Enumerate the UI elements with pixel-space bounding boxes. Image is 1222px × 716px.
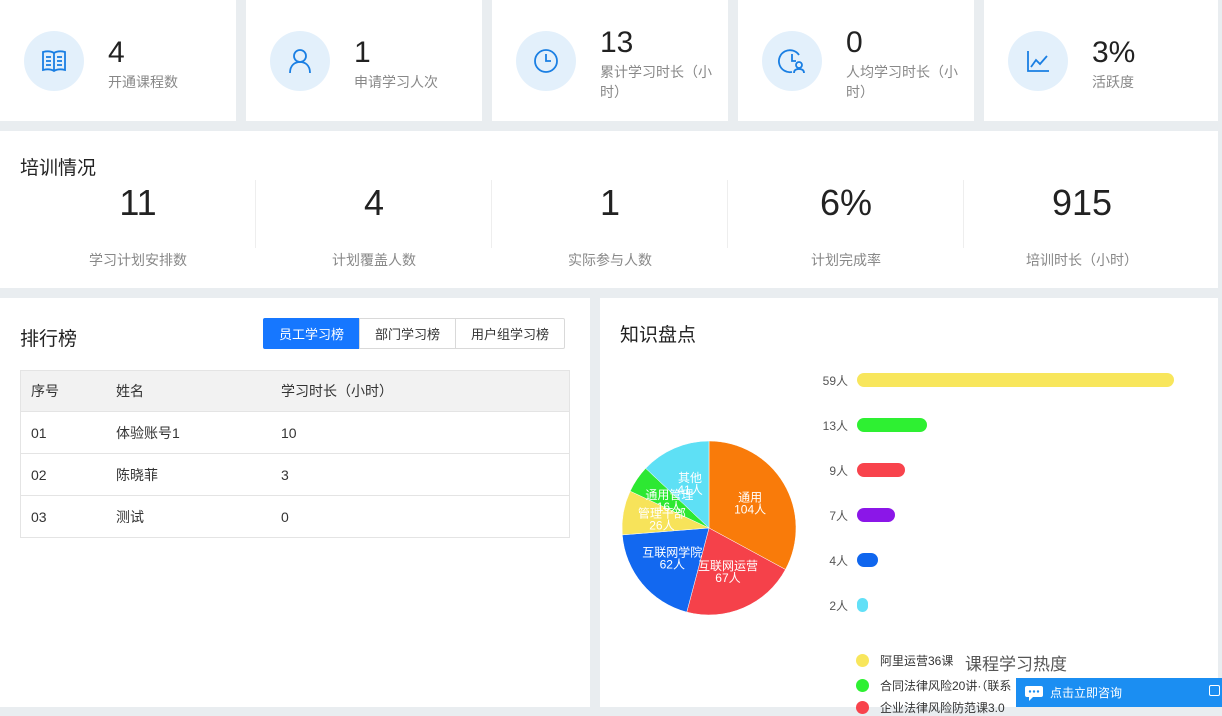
training-value: 1: [599, 182, 621, 223]
bar-value-label: 4人: [829, 554, 848, 568]
cell-hours: 0: [280, 495, 570, 538]
bar[interactable]: [857, 553, 879, 567]
stat-value: 1: [354, 36, 371, 69]
pie-chart: 通用104人互联网运营67人互联网学院62人管理干部26人通用管理16人其他41…: [621, 440, 797, 616]
stat-label: 申请学习人次: [354, 74, 438, 90]
training-stat-plans: 11 学习计划安排数: [20, 180, 256, 269]
bar[interactable]: [857, 598, 868, 612]
ranking-table: 序号 姓名 学习时长（小时） 01 体验账号1 10 02 陈晓菲 3 03 测…: [20, 370, 570, 538]
tab-usergroup-ranking[interactable]: 用户组学习榜: [455, 318, 566, 349]
table-row[interactable]: 01 体验账号1 10: [20, 411, 570, 454]
training-label: 计划完成率: [811, 252, 881, 268]
cell-index: 03: [20, 495, 115, 538]
cell-hours: 3: [280, 453, 570, 496]
cell-name: 陈晓菲: [115, 453, 280, 496]
stat-value: 13: [600, 26, 634, 59]
stat-label: 累计学习时长（小时）: [600, 64, 712, 100]
knowledge-title: 知识盘点: [620, 325, 697, 346]
ranking-tabs: 员工学习榜 部门学习榜 用户组学习榜: [263, 318, 566, 349]
legend-label: 合同法律风险20讲·（联系: [880, 679, 1012, 693]
stat-value: 4: [108, 36, 125, 69]
window-icon[interactable]: [1209, 685, 1220, 696]
table-row[interactable]: 03 测试 0: [20, 495, 570, 538]
training-value: 4: [363, 182, 385, 223]
consult-chat-button[interactable]: 点击立即咨询: [1016, 678, 1222, 707]
training-label: 计划覆盖人数: [332, 252, 416, 268]
column-header-hours: 学习时长（小时）: [280, 370, 570, 412]
legend-label: 企业法律风险防范课3.0: [880, 701, 1005, 715]
cell-name: 测试: [115, 495, 280, 538]
stat-label: 活跃度: [1092, 74, 1134, 90]
bar-value-label: 7人: [829, 509, 848, 523]
cell-index: 01: [20, 411, 115, 454]
stat-card-applicants: 1 申请学习人次: [246, 0, 482, 121]
training-label: 实际参与人数: [568, 252, 652, 268]
tab-employee-ranking[interactable]: 员工学习榜: [263, 318, 361, 349]
training-title: 培训情况: [20, 158, 97, 179]
bar-chart-title: 课程学习热度: [965, 655, 1067, 674]
cell-name: 体验账号1: [115, 411, 280, 454]
bar-value-label: 2人: [829, 599, 848, 613]
training-stat-completion: 6% 计划完成率: [728, 180, 964, 269]
pie-slice-value: 62人: [660, 558, 685, 572]
stat-card-total-hours: 13 累计学习时长（小时）: [492, 0, 728, 121]
stat-label: 人均学习时长（小时）: [846, 64, 958, 100]
legend-label: 阿里运营36课: [880, 654, 954, 668]
legend-dot-icon: [856, 654, 869, 667]
clock-icon: [516, 31, 576, 91]
legend-item[interactable]: 企业法律风险防范课3.0: [856, 699, 1005, 716]
training-label: 学习计划安排数: [89, 252, 187, 268]
column-header-index: 序号: [20, 370, 115, 412]
pie-slice-value: 67人: [715, 571, 740, 585]
training-value: 11: [119, 182, 157, 223]
legend-dot-icon: [856, 701, 869, 714]
training-label: 培训时长（小时）: [1026, 252, 1138, 268]
bar-value-label: 13人: [822, 419, 848, 433]
pie-slice-value: 41人: [677, 483, 702, 497]
bar-value-label: 59人: [822, 374, 848, 388]
pie-slice-value: 16人: [657, 500, 682, 514]
ranking-title: 排行榜: [20, 329, 78, 350]
training-value: 915: [1051, 182, 1113, 223]
tab-department-ranking[interactable]: 部门学习榜: [359, 318, 457, 349]
legend-item[interactable]: 阿里运营36课: [856, 652, 953, 669]
cell-index: 02: [20, 453, 115, 496]
stat-value: 3%: [1092, 36, 1136, 69]
table-header-row: 序号 姓名 学习时长（小时）: [20, 370, 570, 412]
user-icon: [270, 31, 330, 91]
cell-hours: 10: [280, 411, 570, 454]
table-row[interactable]: 02 陈晓菲 3: [20, 453, 570, 496]
stat-value: 0: [846, 26, 863, 59]
bar[interactable]: [857, 373, 1174, 387]
bar[interactable]: [857, 508, 895, 522]
legend-dot-icon: [856, 679, 869, 692]
bar[interactable]: [857, 463, 906, 477]
bar[interactable]: [857, 418, 927, 432]
training-stat-participants: 1 实际参与人数: [492, 180, 728, 269]
legend-item[interactable]: 合同法律风险20讲·（联系: [856, 677, 1011, 694]
bar-value-label: 9人: [829, 464, 848, 478]
book-icon: [24, 31, 84, 91]
line-chart-icon: [1008, 31, 1068, 91]
training-stat-coverage: 4 计划覆盖人数: [256, 180, 492, 269]
stat-card-activity: 3% 活跃度: [984, 0, 1218, 121]
clock-user-icon: [762, 31, 822, 91]
training-stat-hours: 915 培训时长（小时）: [964, 180, 1200, 269]
pie-slice-value: 104人: [734, 503, 766, 517]
stat-card-avg-hours: 0 人均学习时长（小时）: [738, 0, 974, 121]
chat-label: 点击立即咨询: [1050, 686, 1123, 700]
column-header-name: 姓名: [115, 370, 280, 412]
stat-label: 开通课程数: [108, 74, 178, 90]
pie-slice-value: 26人: [649, 518, 674, 532]
training-value: 6%: [819, 182, 873, 223]
stat-card-courses: 4 开通课程数: [0, 0, 236, 121]
chat-icon: [1024, 684, 1044, 702]
